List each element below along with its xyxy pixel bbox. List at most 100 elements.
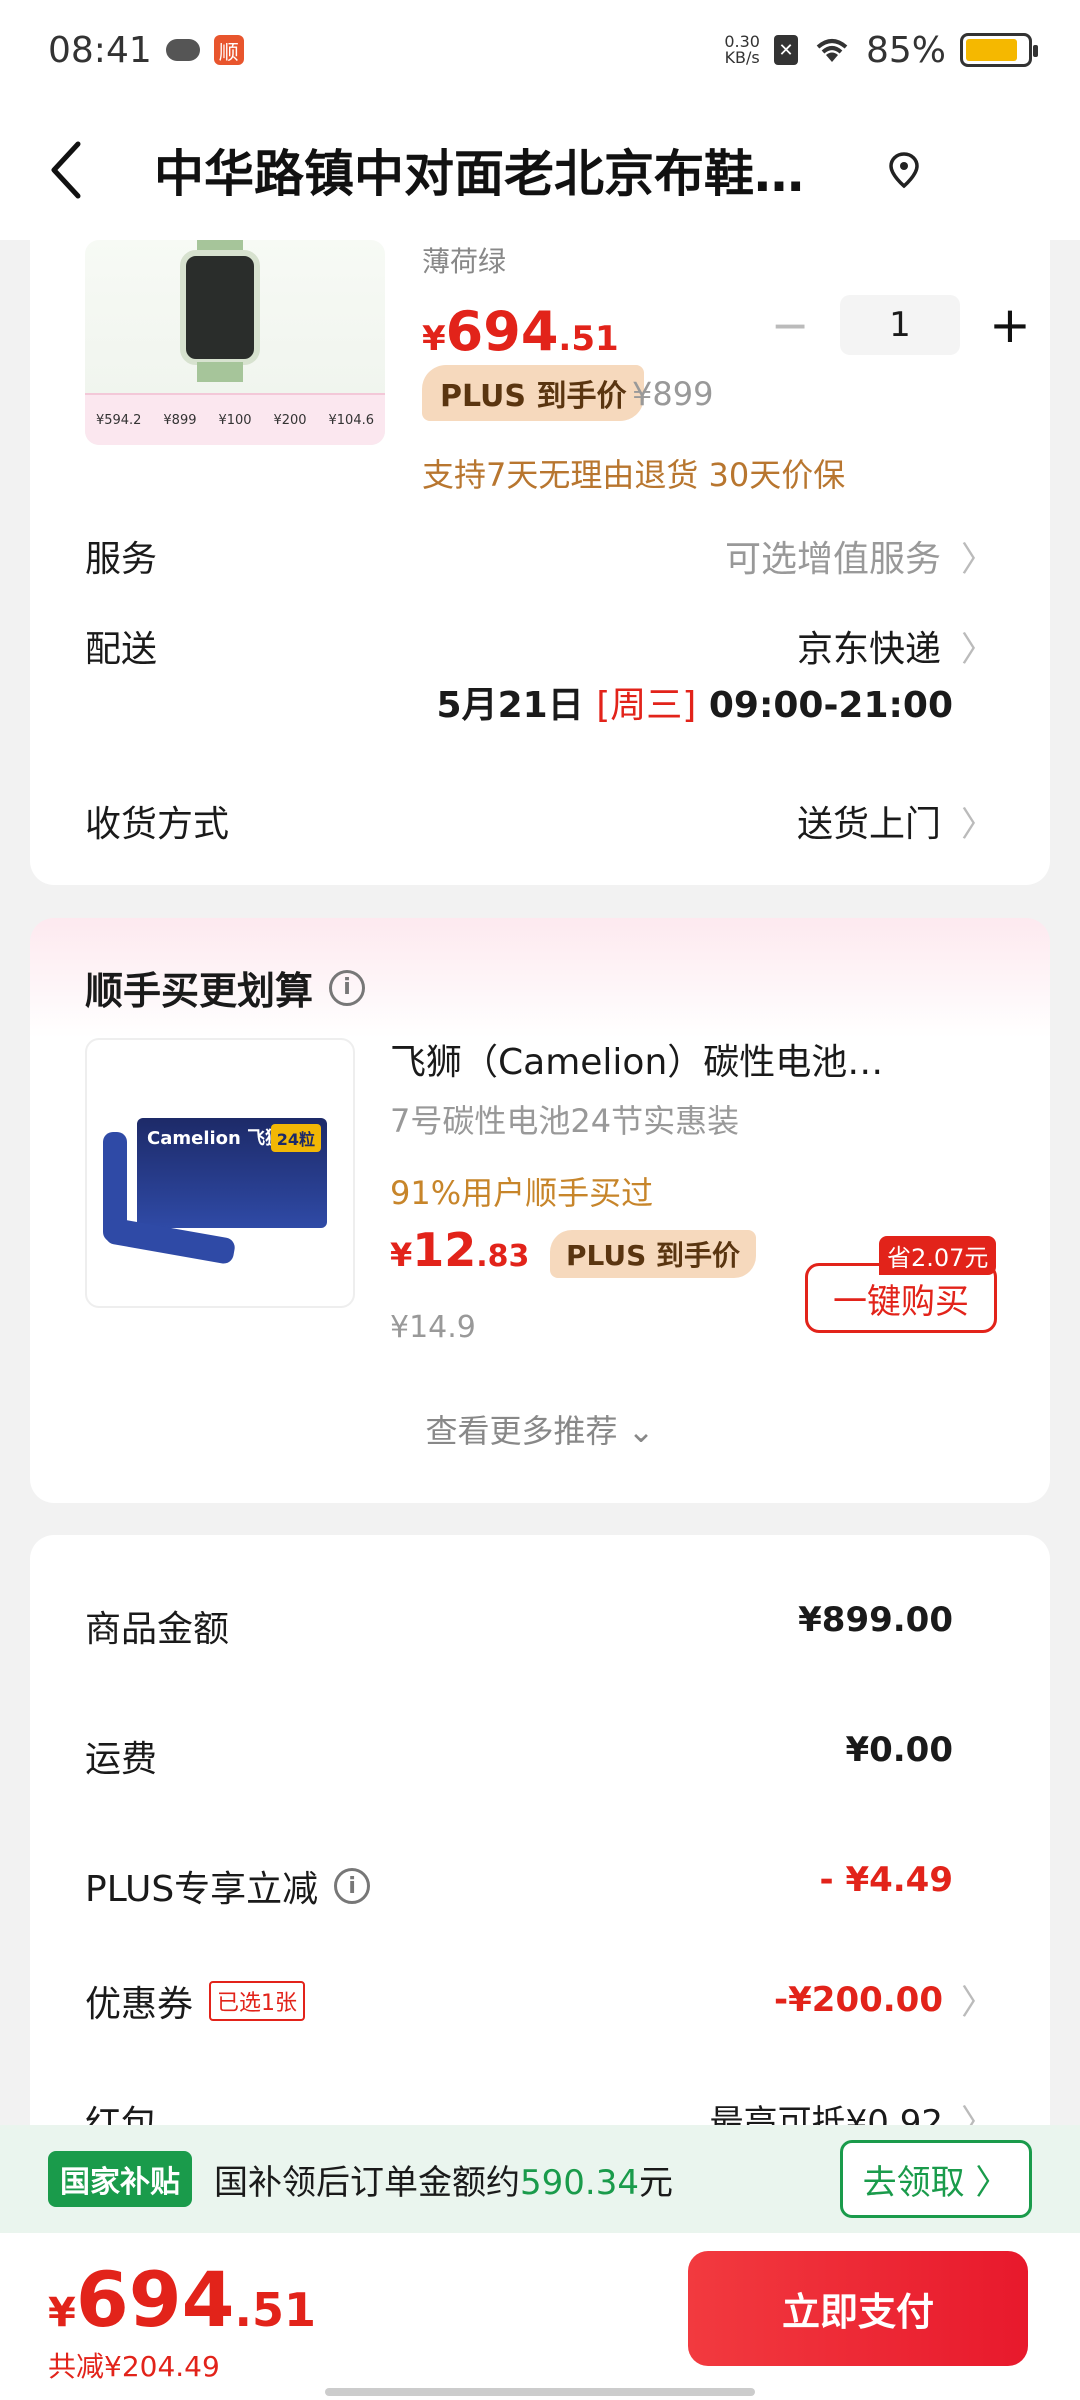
coupon-row[interactable]: 优惠券 已选1张 -¥200.00 〉 bbox=[85, 1975, 995, 2027]
claim-subsidy-button[interactable]: 去领取 〉 bbox=[840, 2140, 1032, 2218]
coupon-value: -¥200.00 〉 bbox=[774, 1975, 995, 2024]
product-variant: 薄荷绿 bbox=[422, 245, 507, 278]
shipping-label: 运费 bbox=[85, 1739, 158, 1780]
plus-discount-value: - ¥4.49 bbox=[819, 1860, 954, 1900]
battery-icon bbox=[960, 33, 1038, 67]
plus-discount-text: PLUS专享立减 bbox=[85, 1869, 319, 1910]
receive-method: 送货上门 bbox=[796, 804, 941, 845]
decrease-button[interactable]: − bbox=[760, 295, 820, 355]
info-icon[interactable]: i bbox=[329, 969, 366, 1006]
delivery-window: 09:00-21:00 bbox=[696, 685, 953, 726]
receive-value: 送货上门 〉 bbox=[797, 795, 995, 847]
recommend-title: 顺手买更划算 i bbox=[85, 960, 366, 1015]
product-price: ¥694.51 bbox=[422, 300, 619, 363]
image-price-strip: ¥594.2 ¥899 ¥100 ¥200 ¥104.6 bbox=[85, 393, 385, 445]
coupon-text: 优惠券 bbox=[85, 1984, 194, 2025]
network-speed-unit: KB/s bbox=[724, 48, 760, 67]
coupon-selected-tag: 已选1张 bbox=[209, 1981, 306, 2021]
subsidy-text-post: 元 bbox=[638, 2162, 673, 2203]
service-value: 可选增值服务 〉 bbox=[725, 530, 995, 582]
product-image[interactable]: ¥594.2 ¥899 ¥100 ¥200 ¥104.6 bbox=[85, 240, 385, 445]
wifi-icon bbox=[816, 39, 848, 62]
subsidy-tag: 国家补贴 bbox=[48, 2151, 192, 2207]
recommend-product-name[interactable]: 飞狮（Camelion）碳性电池… bbox=[390, 1033, 950, 1085]
checkout-bar: ¥694.51 共减¥204.49 立即支付 bbox=[0, 2233, 1080, 2400]
chevron-right-icon: 〉 bbox=[961, 1983, 995, 2023]
delivery-date: 5月21日 [周三] 09:00-21:00 bbox=[437, 676, 953, 728]
original-price: ¥899 bbox=[632, 375, 714, 413]
battery-fill bbox=[966, 39, 1017, 61]
quantity-input[interactable]: 1 bbox=[840, 295, 960, 355]
shipping-row: 运费 ¥0.00 bbox=[85, 1730, 995, 1782]
address-title[interactable]: 中华路镇中对面老北京布鞋… bbox=[154, 134, 854, 206]
subsidy-banner: 国家补贴 国补领后订单金额约590.34元 去领取 〉 bbox=[0, 2125, 1080, 2233]
status-bar: 08:41 顺 0.30 KB/s ✕ 85% bbox=[0, 0, 1080, 100]
status-right: 0.30 KB/s ✕ 85% bbox=[724, 29, 1038, 71]
price-currency: ¥ bbox=[422, 319, 446, 359]
clock: 08:41 bbox=[48, 29, 152, 71]
goods-amount-label: 商品金额 bbox=[85, 1609, 230, 1650]
location-pin-icon[interactable] bbox=[884, 150, 924, 190]
service-row[interactable]: 服务 可选增值服务 〉 bbox=[85, 530, 995, 582]
chevron-left-icon bbox=[51, 141, 81, 199]
recommend-card: 顺手买更划算 i Camelion 飞狮 24粒 飞狮（Camelion）碳性电… bbox=[30, 918, 1050, 1503]
chevron-right-icon: 〉 bbox=[961, 539, 995, 580]
save-badge: 省2.07元 bbox=[879, 1236, 997, 1275]
nav-bar: 中华路镇中对面老北京布鞋… bbox=[0, 100, 1080, 240]
box-brand: Camelion 飞狮 bbox=[147, 1128, 284, 1149]
plus-discount-row: PLUS专享立减 i - ¥4.49 bbox=[85, 1860, 995, 1912]
delivery-value: 京东快递 〉 bbox=[797, 620, 995, 672]
service-label: 服务 bbox=[85, 539, 158, 580]
receive-method-row[interactable]: 收货方式 送货上门 〉 bbox=[85, 795, 995, 847]
battery-box: Camelion 飞狮 24粒 bbox=[137, 1118, 327, 1228]
box-count: 24粒 bbox=[270, 1124, 321, 1152]
chevron-right-icon: 〉 bbox=[961, 804, 995, 845]
plus-price-tag: PLUS 到手价 bbox=[422, 365, 645, 421]
shipping-value: ¥0.00 bbox=[845, 1730, 953, 1770]
service-value-text: 可选增值服务 bbox=[724, 539, 941, 580]
app-notification-icon: 顺 bbox=[213, 35, 244, 65]
delivery-day: 5月21日 bbox=[436, 685, 597, 726]
price-decimal: .51 bbox=[558, 319, 619, 359]
price-currency: ¥ bbox=[48, 2290, 76, 2336]
back-button[interactable] bbox=[48, 135, 98, 205]
increase-button[interactable]: + bbox=[980, 295, 1040, 355]
recommend-price: ¥12.83 bbox=[390, 1223, 529, 1277]
subsidy-text-pre: 国补领后订单金额约 bbox=[214, 2162, 520, 2203]
quantity-stepper: − 1 + bbox=[760, 295, 1040, 355]
price-integer: 694 bbox=[445, 300, 559, 363]
sim-off-icon: ✕ bbox=[773, 35, 798, 65]
coupon-amount: -¥200.00 bbox=[774, 1979, 943, 2020]
price-integer: 12 bbox=[412, 1223, 477, 1277]
goods-amount-value: ¥899.00 bbox=[798, 1600, 953, 1640]
strip-price: ¥594.2 bbox=[95, 412, 142, 428]
subsidy-text: 国补领后订单金额约590.34元 bbox=[214, 2155, 673, 2204]
watch-band bbox=[197, 362, 243, 382]
recommend-popularity: 91%用户顺手买过 bbox=[390, 1174, 654, 1212]
pay-now-button[interactable]: 立即支付 bbox=[688, 2251, 1028, 2366]
more-recommend-link[interactable]: 查看更多推荐 ⌄ bbox=[30, 1406, 1050, 1452]
delivery-weekday: [周三] bbox=[596, 685, 697, 726]
home-indicator[interactable] bbox=[325, 2388, 755, 2396]
chevron-right-icon: 〉 bbox=[961, 629, 995, 670]
strip-price: ¥200 bbox=[273, 412, 307, 428]
delivery-method: 京东快递 bbox=[796, 629, 941, 670]
plus-price-tag: PLUS 到手价 bbox=[550, 1230, 757, 1278]
price-decimal: .83 bbox=[476, 1239, 530, 1274]
delivery-row[interactable]: 配送 京东快递 〉 5月21日 [周三] 09:00-21:00 bbox=[85, 620, 995, 726]
price-currency: ¥ bbox=[390, 1236, 413, 1274]
watch-face bbox=[180, 250, 260, 365]
battery-percent: 85% bbox=[865, 29, 946, 71]
order-item-card: ¥594.2 ¥899 ¥100 ¥200 ¥104.6 薄荷绿 ¥694.51… bbox=[30, 240, 1050, 885]
recommend-title-text: 顺手买更划算 bbox=[85, 969, 314, 1013]
total-price: ¥694.51 bbox=[48, 2255, 316, 2344]
strip-price: ¥104.6 bbox=[328, 412, 375, 428]
strip-price: ¥100 bbox=[218, 412, 252, 428]
total-saved: 共减¥204.49 bbox=[48, 2350, 220, 2383]
strip-price: ¥899 bbox=[163, 412, 197, 428]
recommend-product-image[interactable]: Camelion 飞狮 24粒 bbox=[85, 1038, 355, 1308]
price-decimal: .51 bbox=[234, 2283, 317, 2337]
goods-amount-row: 商品金额 ¥899.00 bbox=[85, 1600, 995, 1652]
info-icon[interactable]: i bbox=[334, 1868, 371, 1904]
price-integer: 694 bbox=[75, 2255, 235, 2344]
